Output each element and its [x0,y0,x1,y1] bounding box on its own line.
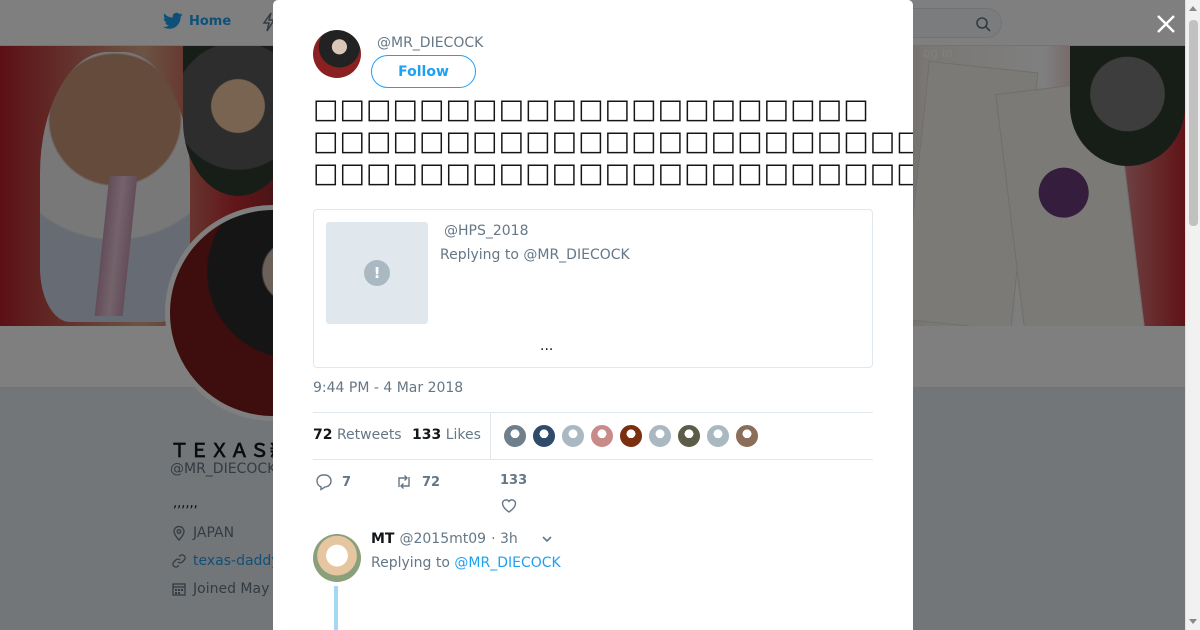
scrollbar-thumb[interactable] [1189,20,1198,226]
retweet-count: 72 [422,474,441,490]
reply-button[interactable]: 7 [315,473,351,491]
likes-stat[interactable]: 133 Likes [412,427,481,443]
thread-line [334,586,338,630]
retweets-count: 72 [313,427,333,443]
tweet-actions: 7 72 133 [313,468,873,518]
tweet-text-line: □□□□□□□□□□□□□□□□□□□□□ [313,94,870,125]
liker-avatar[interactable] [590,424,614,448]
tweet-text-line: □□□□□□□□□□□□□□□□□□□□□□□□ [313,158,913,189]
reply-count: 7 [342,474,352,490]
retweets-label: Retweets [336,427,402,443]
follow-button[interactable]: Follow [371,55,476,88]
quoted-tweet-card[interactable]: ! @HPS_2018 Replying to @MR_DIECOCK ... [313,209,873,368]
stats-divider [490,413,491,459]
liker-avatar[interactable] [706,424,730,448]
like-count-label: 133 [500,473,527,488]
like-button[interactable] [500,496,518,514]
reply-header: MT @2015mt09 · 3h [371,531,553,547]
reply-author-handle[interactable]: @2015mt09 [399,531,486,547]
tweet-text-line: □□□□□□□□□□□□□□□□□□□□□□□□□□□□□□□□ [313,126,913,157]
tweet-stats: 72 Retweets 133 Likes [313,412,873,460]
replying-prefix: Replying to [371,555,450,571]
replying-handle-link[interactable]: @MR_DIECOCK [454,555,560,571]
quote-handle: @HPS_2018 [444,223,529,239]
like-count: 133 [500,473,528,488]
reply-tweet[interactable]: MT @2015mt09 · 3h Replying to @MR_DIECOC… [313,530,873,630]
reply-author-name[interactable]: MT [371,531,394,547]
quote-thumbnail: ! [326,222,428,324]
liker-avatar[interactable] [503,424,527,448]
reply-avatar[interactable] [313,534,361,582]
author-avatar[interactable] [313,30,361,78]
liker-avatar[interactable] [677,424,701,448]
liker-avatars [503,424,759,448]
alert-icon: ! [364,260,390,286]
quote-replying-to: Replying to @MR_DIECOCK [440,247,630,263]
close-icon[interactable] [1155,13,1177,35]
page-scrollbar[interactable] [1185,0,1200,630]
retweet-icon [398,475,410,489]
liker-avatar[interactable] [532,424,556,448]
scroll-up-arrow-icon[interactable] [1189,6,1197,11]
author-handle[interactable]: @MR_DIECOCK [377,35,483,51]
tweet-text: □□□□□□□□□□□□□□□□□□□□□ □□□□□□□□□□□□□□□□□□… [313,94,913,190]
quote-ellipsis: ... [540,338,554,354]
reply-replying-to: Replying to @MR_DIECOCK [371,555,561,571]
liker-avatar[interactable] [561,424,585,448]
likes-count: 133 [412,427,442,443]
tweet-modal: @MR_DIECOCK Follow □□□□□□□□□□□□□□□□□□□□□… [273,0,913,630]
liker-avatar[interactable] [735,424,759,448]
tweet-timestamp[interactable]: 9:44 PM - 4 Mar 2018 [313,380,463,396]
retweets-stat[interactable]: 72 Retweets [313,427,402,443]
scroll-down-arrow-icon[interactable] [1189,619,1197,624]
retweet-button[interactable]: 72 [395,473,440,491]
heart-icon [501,499,517,513]
liker-avatar[interactable] [648,424,672,448]
chevron-down-icon[interactable] [541,533,553,545]
reply-icon [316,474,332,491]
reply-time[interactable]: · 3h [491,531,518,547]
likes-label: Likes [445,427,481,443]
liker-avatar[interactable] [619,424,643,448]
